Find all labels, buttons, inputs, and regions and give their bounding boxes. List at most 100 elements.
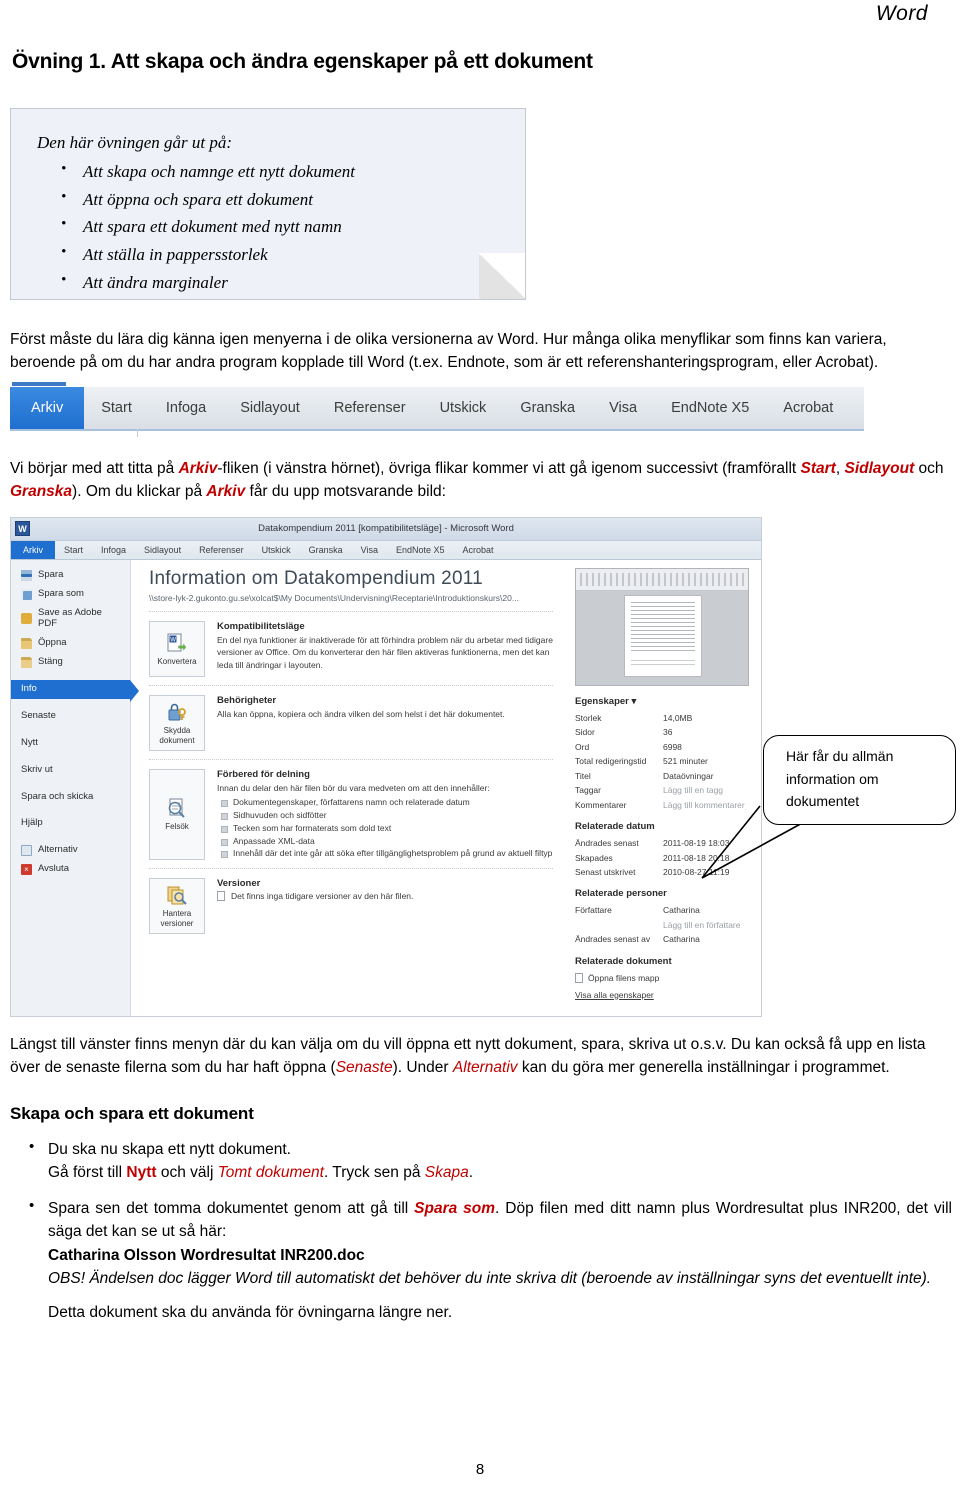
ribbon-tab-visa[interactable]: Visa xyxy=(592,387,654,429)
ribbon-tab-utskick[interactable]: Utskick xyxy=(423,387,504,429)
open-file-folder-link[interactable]: Öppna filens mapp xyxy=(575,972,751,983)
backstage-tab-sidlayout[interactable]: Sidlayout xyxy=(135,541,190,559)
property-key: Taggar xyxy=(575,785,601,796)
langst-text-2: ). Under xyxy=(392,1059,453,1077)
property-value: Dataövningar xyxy=(663,770,714,781)
svg-text:W: W xyxy=(170,638,176,644)
group-text: Behörigheter Alla kan öppna, kopiera och… xyxy=(217,695,553,751)
backstage-nav-hjalp[interactable]: Hjälp xyxy=(11,814,130,833)
task1-text-d: . xyxy=(468,1163,474,1181)
backstage-titlebar: W Datakompendium 2011 [kompatibilitetslä… xyxy=(11,518,761,541)
list-item: Att öppna och spara ett dokument xyxy=(61,186,525,213)
backstage-tab-visa[interactable]: Visa xyxy=(352,541,387,559)
date-key: Ändrades senast xyxy=(575,838,639,849)
nav-label: Öppna xyxy=(38,636,67,648)
date-row: Skapades 2011-08-18 20:18 xyxy=(575,851,751,865)
divider xyxy=(149,759,553,760)
backstage-nav-spara-och-skicka[interactable]: Spara och skicka xyxy=(11,788,130,807)
header-word-label: Word xyxy=(875,2,928,25)
group-body: En del nya funktioner är inaktiverade fö… xyxy=(217,635,553,670)
list-item: Anpassade XML-data xyxy=(221,835,553,848)
button-label: Felsök xyxy=(165,822,189,832)
ribbon-tab-arkiv[interactable]: Arkiv xyxy=(10,386,85,429)
nav-label: Spara xyxy=(38,569,64,581)
person-row-add-author[interactable]: Lägg till en författare xyxy=(575,918,751,932)
backstage-nav-alternativ[interactable]: Alternativ xyxy=(11,841,130,860)
arkiv-emph-2: Start xyxy=(800,459,836,477)
backstage-nav-spara[interactable]: Spara xyxy=(11,566,130,585)
options-icon xyxy=(21,845,32,857)
backstage-nav-info[interactable]: Info xyxy=(11,679,139,702)
skydda-dokument-button[interactable]: Skydda dokument xyxy=(149,695,205,751)
section-heading: Skapa och spara ett dokument xyxy=(10,1103,254,1123)
property-value-placeholder[interactable]: Lägg till en tagg xyxy=(663,783,751,797)
ribbon-tab-infoga[interactable]: Infoga xyxy=(149,387,223,429)
task2-spara-som: Spara som xyxy=(414,1200,496,1217)
backstage-nav-nytt[interactable]: Nytt xyxy=(11,734,130,753)
date-value: 2011-08-19 18:03 xyxy=(663,838,730,849)
button-label: Konvertera xyxy=(157,656,197,666)
nav-label: Nytt xyxy=(21,736,38,748)
save-as-icon xyxy=(21,589,32,600)
list-item: Innehåll där det inte går att söka efter… xyxy=(221,848,553,859)
property-value-placeholder[interactable]: Lägg till kommentarer xyxy=(663,798,751,812)
exit-icon: × xyxy=(21,864,32,876)
page-title: Övning 1. Att skapa och ändra egenskaper… xyxy=(12,50,593,73)
button-label: Skydda dokument xyxy=(159,726,195,745)
ribbon-tab-granska[interactable]: Granska xyxy=(503,387,592,429)
task1-text-b: och välj xyxy=(156,1163,218,1181)
backstage-tab-infoga[interactable]: Infoga xyxy=(92,541,135,559)
chevron-down-icon[interactable]: ▾ xyxy=(632,696,637,707)
ribbon-tab-start[interactable]: Start xyxy=(84,387,149,429)
word-ribbon-tabs-image: Arkiv Start Infoga Sidlayout Referenser … xyxy=(10,381,864,437)
felsok-button[interactable]: Felsök xyxy=(149,769,205,861)
ribbon-tab-referenser[interactable]: Referenser xyxy=(317,387,423,429)
ribbon-tab-sidlayout[interactable]: Sidlayout xyxy=(223,387,317,429)
property-value: 521 minuter xyxy=(663,756,708,767)
property-row: Ord 6998 xyxy=(575,740,751,754)
nav-label: Info xyxy=(21,682,37,694)
backstage-nav-avsluta[interactable]: × Avsluta xyxy=(11,860,130,879)
ribbon-tab-endnote[interactable]: EndNote X5 xyxy=(654,387,766,429)
task2-text-a: Spara sen det tomma dokumentet genom att… xyxy=(48,1200,415,1217)
hantera-versioner-button[interactable]: Hantera versioner xyxy=(149,878,205,935)
objectives-intro: Den här övningen går ut på: xyxy=(37,133,233,152)
arkiv-text-2: -fliken (i vänstra hörnet), övriga flika… xyxy=(217,459,801,477)
page-number: 8 xyxy=(475,1461,485,1478)
backstage-nav-skriv-ut[interactable]: Skriv ut xyxy=(11,761,130,780)
ribbon-tab-acrobat[interactable]: Acrobat xyxy=(766,387,850,429)
person-value: Catharina xyxy=(663,905,700,916)
backstage-tab-start[interactable]: Start xyxy=(55,541,92,559)
backstage-nav-stang[interactable]: Stäng xyxy=(11,653,130,672)
date-value: 2010-08-27 11:19 xyxy=(663,866,730,877)
backstage-tab-referenser[interactable]: Referenser xyxy=(190,541,253,559)
preview-ribbon xyxy=(576,569,748,591)
inspect-document-icon xyxy=(166,797,188,819)
backstage-tab-utskick[interactable]: Utskick xyxy=(253,541,300,559)
backstage-tab-granska[interactable]: Granska xyxy=(300,541,352,559)
property-row-kommentarer[interactable]: Kommentarer Lägg till kommentarer xyxy=(575,798,751,812)
backstage-tab-acrobat[interactable]: Acrobat xyxy=(454,541,503,559)
task-list: Du ska nu skapa ett nytt dokument. Gå fö… xyxy=(8,1136,952,1291)
properties-heading: Egenskaper ▾ xyxy=(575,696,751,707)
backstage-tab-arkiv[interactable]: Arkiv xyxy=(11,541,55,559)
property-key: Kommentarer xyxy=(575,799,627,810)
group-text: Kompatibilitetsläge En del nya funktione… xyxy=(217,621,553,677)
person-value-placeholder[interactable]: Lägg till en författare xyxy=(663,918,751,932)
backstage-nav-save-as-pdf[interactable]: Save as Adobe PDF xyxy=(11,604,130,634)
property-row-taggar[interactable]: Taggar Lägg till en tagg xyxy=(575,783,751,797)
date-key: Skapades xyxy=(575,852,613,863)
backstage-nav-spara-som[interactable]: Spara som xyxy=(11,585,130,604)
task1-nytt: Nytt xyxy=(126,1163,157,1181)
show-all-properties-link[interactable]: Visa alla egenskaper xyxy=(575,990,654,1000)
backstage-tabstrip: Arkiv Start Infoga Sidlayout Referenser … xyxy=(11,541,761,560)
backstage-nav-senaste[interactable]: Senaste xyxy=(11,707,130,726)
backstage-nav-oppna[interactable]: Öppna xyxy=(11,634,130,653)
backstage-tab-endnote[interactable]: EndNote X5 xyxy=(387,541,454,559)
close-folder-icon xyxy=(21,656,32,668)
button-label: Hantera versioner xyxy=(160,909,194,928)
konvertera-button[interactable]: W Konvertera xyxy=(149,621,205,677)
nav-label: Spara och skicka xyxy=(21,790,94,802)
